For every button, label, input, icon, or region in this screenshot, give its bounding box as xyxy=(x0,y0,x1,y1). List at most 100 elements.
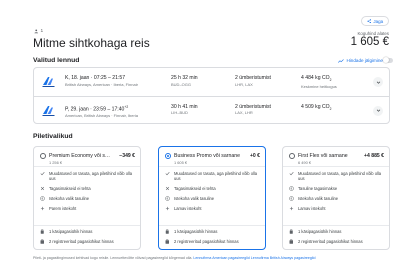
close-icon xyxy=(40,186,45,191)
flight-emissions-note: Keskmine heitkogus xyxy=(301,83,337,89)
fare-option-business-promo[interactable]: Business Promo või sarnane 1 605 € +0 € … xyxy=(158,146,266,250)
fare-feature: € Istekoha valik tasuline xyxy=(165,195,215,201)
flight-route: BUD–OGG xyxy=(171,81,192,87)
fare-baggage: 1 käsipagasiühik hinnas 2 registreeritud… xyxy=(289,229,384,248)
flight-airlines: American, British Airways · Finnair, Ibe… xyxy=(65,112,138,118)
expand-flight-button[interactable] xyxy=(373,77,383,87)
co2-subscript: 2 xyxy=(329,106,332,111)
check-icon xyxy=(289,171,294,176)
euro-icon: € xyxy=(40,196,45,201)
fare-feature: € Istekoha valik tasuline xyxy=(289,195,339,201)
flight-times: K, 18. jaan · 07:25 – 21:57 British Airw… xyxy=(65,75,138,87)
fare-feature: Lamav istekoht xyxy=(289,206,384,211)
british-airways-baggage-link[interactable]: Lennufirma British Airways pagasireeglid xyxy=(251,256,316,260)
price-tracking-label: Hindade jälgimine xyxy=(346,58,383,63)
fare-name: Premium Economy või s… xyxy=(49,153,111,159)
fare-price: 1 605 € xyxy=(174,159,187,165)
euro-icon: € xyxy=(165,196,170,201)
fare-options-heading: Piletivalikud xyxy=(33,133,73,140)
fare-radio-selected[interactable] xyxy=(165,153,171,159)
fare-option-premium-economy[interactable]: Premium Economy või s… 1 256 € −349 € Mu… xyxy=(33,146,141,250)
selected-flights-list: K, 18. jaan · 07:25 – 21:57 British Airw… xyxy=(33,67,390,124)
checked-bag-icon xyxy=(289,238,293,244)
close-icon xyxy=(165,186,170,191)
flight-emissions-value: 4 484 kg CO xyxy=(301,75,330,81)
total-price: 1 605 € xyxy=(350,36,389,48)
baggage-item: 2 registreeritud pagasiühikut hinnas xyxy=(289,239,384,244)
share-button[interactable]: Jaga xyxy=(361,16,389,26)
baggage-item: 2 registreeritud pagasiühikut hinnas xyxy=(40,239,135,244)
fare-feature: Tagasimakseid ei tehta xyxy=(40,186,135,191)
flight-emissions: 4 509 kg CO2 xyxy=(301,104,331,113)
baggage-item: 1 käsipagasiühik hinnas xyxy=(289,229,384,234)
fare-feature: Tagasimakseid ei tehta xyxy=(165,186,260,191)
euro-icon: € xyxy=(289,196,294,201)
fare-radio[interactable] xyxy=(40,153,46,159)
fare-features: Muudatused on tasuta, aga piletihind või… xyxy=(289,171,384,215)
flight-emissions: 4 484 kg CO2 Keskmine heitkogus xyxy=(301,75,337,89)
flight-stops-text: 2 ümberistumist xyxy=(235,75,271,81)
fare-feature: Muudatused on tasuta, aga piletihind või… xyxy=(165,171,260,181)
fare-option-first-flex[interactable]: First Flex või sarnane 6 490 € +4 885 € … xyxy=(282,146,390,250)
flight-route: LIH–BUD xyxy=(171,110,188,116)
expand-flight-button[interactable] xyxy=(373,105,383,116)
co2-subscript: 2 xyxy=(329,78,332,83)
american-baggage-link[interactable]: Lennufirma American pagasireeglid xyxy=(193,256,249,260)
disclaimer-text: Pileti- ja pagasitingimused kehtivad kog… xyxy=(33,256,193,260)
divider xyxy=(159,225,265,226)
plus-icon xyxy=(289,206,294,210)
svg-text:€: € xyxy=(167,196,169,200)
fare-feature: Muudatused on tasuta, aga piletihind või… xyxy=(40,171,135,181)
plus-icon xyxy=(165,206,170,210)
fare-price-difference: +4 885 € xyxy=(364,153,384,159)
svg-text:€: € xyxy=(291,187,293,191)
fare-name: First Flex või sarnane xyxy=(298,153,348,159)
airline-logo-icon xyxy=(42,77,55,87)
fare-baggage: 1 käsipagasiühik hinnas 2 registreeritud… xyxy=(165,229,260,248)
flight-duration-text: 25 h 32 min xyxy=(171,75,198,81)
day-offset: +2 xyxy=(124,104,129,109)
flight-row[interactable]: K, 18. jaan · 07:25 – 21:57 British Airw… xyxy=(34,68,389,96)
divider xyxy=(34,166,140,167)
fare-feature: Lamav istekoht xyxy=(165,206,260,211)
fare-features: Muudatused on tasuta, aga piletihind või… xyxy=(165,171,260,215)
flight-times-text: P, 29. jaan · 23:59 – 17:40 xyxy=(65,106,125,113)
checked-bag-icon xyxy=(165,238,169,244)
fare-feature: € Tasuline tagasimakse xyxy=(289,186,338,191)
carry-on-bag-icon xyxy=(40,229,44,234)
flight-airlines: British Airways, American · Iberia, Finn… xyxy=(65,81,138,87)
check-icon xyxy=(165,171,170,176)
baggage-item: 1 käsipagasiühik hinnas xyxy=(40,229,135,234)
fare-features: Muudatused on tasuta, aga piletihind või… xyxy=(40,171,135,215)
person-icon xyxy=(34,29,39,34)
fare-price: 1 256 € xyxy=(49,159,62,165)
euro-icon: € xyxy=(289,186,294,191)
price-tracking-toggle[interactable] xyxy=(383,57,393,64)
chevron-down-icon xyxy=(376,109,380,112)
fare-price-difference: −349 € xyxy=(119,153,135,159)
price-tracking[interactable]: Hindade jälgimine xyxy=(338,58,383,63)
page-title: Mitme sihtkohaga reis xyxy=(33,36,150,50)
baggage-item: 2 registreeritud pagasiühikut hinnas xyxy=(165,239,260,244)
flight-duration: 30 h 41 min LIH–BUD xyxy=(171,104,198,116)
trend-icon xyxy=(338,58,345,63)
flight-stops-airports: LHR, LAX xyxy=(235,81,253,87)
fare-price-difference: +0 € xyxy=(249,153,260,159)
baggage-disclaimer: Pileti- ja pagasitingimused kehtivad kog… xyxy=(33,256,391,260)
share-label: Jaga xyxy=(373,18,384,24)
flight-stops: 2 ümberistumist LHR, LAX xyxy=(235,75,271,87)
fare-feature: € Istekoha valik tasuline xyxy=(40,195,90,201)
toggle-knob xyxy=(383,57,389,64)
plus-icon xyxy=(40,206,45,210)
passenger-count[interactable]: 1 xyxy=(34,29,43,34)
flight-times: P, 29. jaan · 23:59 – 17:40+2 American, … xyxy=(65,104,138,119)
flight-emissions-value: 4 509 kg CO xyxy=(301,103,330,110)
flight-row[interactable]: P, 29. jaan · 23:59 – 17:40+2 American, … xyxy=(34,97,389,125)
fare-baggage: 1 käsipagasiühik hinnas 2 registreeritud… xyxy=(40,229,135,248)
flight-duration: 25 h 32 min BUD–OGG xyxy=(171,75,198,87)
baggage-item: 1 käsipagasiühik hinnas xyxy=(165,229,260,234)
fare-name: Business Promo või sarnane xyxy=(174,153,241,159)
svg-text:€: € xyxy=(42,196,44,200)
airline-logo-icon xyxy=(42,105,55,116)
fare-radio[interactable] xyxy=(289,153,295,159)
